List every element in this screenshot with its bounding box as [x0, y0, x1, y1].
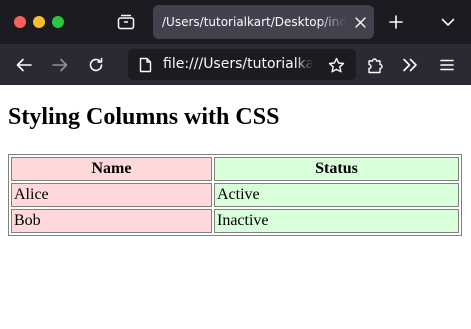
page-content: Styling Columns with CSS Name Status Ali…: [0, 85, 471, 329]
chevron-down-icon[interactable]: [438, 12, 458, 32]
puzzle-icon[interactable]: [364, 54, 386, 76]
url-text[interactable]: file:///Users/tutorialkart/Desktop/index…: [163, 49, 313, 80]
cell-name: Alice: [11, 183, 212, 207]
url-bar[interactable]: file:///Users/tutorialkart/Desktop/index…: [128, 49, 356, 80]
page-heading: Styling Columns with CSS: [8, 104, 280, 130]
page-icon: [137, 56, 153, 73]
navigation-toolbar: file:///Users/tutorialkart/Desktop/index…: [0, 44, 471, 85]
window-close-button[interactable]: [14, 16, 26, 28]
double-chevron-icon[interactable]: [399, 54, 421, 76]
star-icon[interactable]: [325, 54, 347, 76]
cell-status: Inactive: [214, 209, 459, 233]
tab-title: /Users/tutorialkart/Desktop/index.html: [162, 15, 346, 29]
reload-icon[interactable]: [85, 54, 107, 76]
cell-status: Active: [214, 183, 459, 207]
table-header-row: Name Status: [11, 157, 459, 181]
tab-overview-icon[interactable]: [114, 11, 138, 33]
forward-arrow-icon[interactable]: [49, 54, 71, 76]
window-minimize-button[interactable]: [33, 16, 45, 28]
close-icon[interactable]: [352, 14, 368, 30]
tab-active[interactable]: /Users/tutorialkart/Desktop/index.html: [153, 5, 374, 39]
status-table: Name Status Alice Active Bob Inactive: [8, 154, 462, 236]
window-zoom-button[interactable]: [52, 16, 64, 28]
back-arrow-icon[interactable]: [13, 54, 35, 76]
header-name: Name: [11, 157, 212, 181]
table-row: Alice Active: [11, 183, 459, 207]
table-row: Bob Inactive: [11, 209, 459, 233]
cell-name: Bob: [11, 209, 212, 233]
browser-chrome: /Users/tutorialkart/Desktop/index.html: [0, 0, 471, 85]
header-status: Status: [214, 157, 459, 181]
plus-icon[interactable]: [386, 12, 406, 32]
tab-bar: /Users/tutorialkart/Desktop/index.html: [0, 0, 471, 44]
hamburger-menu-icon[interactable]: [436, 54, 458, 76]
